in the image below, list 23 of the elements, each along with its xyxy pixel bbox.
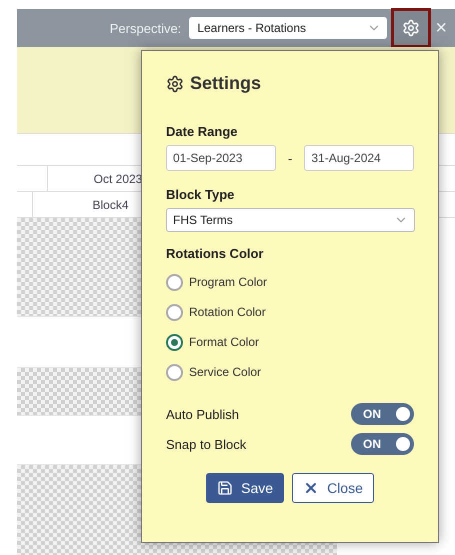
toggle-label: Auto Publish (166, 406, 239, 422)
close-button[interactable]: Close (292, 473, 374, 503)
block-type-dropdown[interactable]: FHS Terms (166, 208, 415, 232)
range-separator: - (288, 150, 292, 166)
popup-title: Settings (190, 73, 262, 94)
radio-option[interactable]: Format Color (166, 327, 414, 357)
settings-icon (166, 74, 184, 92)
date-range-label: Date Range (166, 124, 239, 139)
toggle-label: Snap to Block (166, 436, 246, 452)
start-date-field[interactable]: 01-Sep-2023 (166, 145, 276, 171)
end-date-field[interactable]: 31-Aug-2024 (304, 145, 414, 171)
rotations-color-label: Rotations Color (166, 246, 264, 261)
radio-option[interactable]: Rotation Color (166, 297, 414, 327)
save-icon (217, 480, 234, 496)
perspective-dropdown[interactable]: Learners - Rotations (189, 17, 388, 39)
radio-option[interactable]: Program Color (166, 267, 414, 297)
settings-icon (402, 19, 420, 37)
toggle-switch[interactable]: ON (351, 403, 414, 425)
save-button[interactable]: Save (206, 473, 284, 503)
radio-option[interactable]: Service Color (166, 357, 414, 387)
perspective-label: Perspective: (110, 20, 182, 36)
toggle-switch[interactable]: ON (351, 433, 414, 455)
settings-button[interactable] (391, 8, 432, 48)
